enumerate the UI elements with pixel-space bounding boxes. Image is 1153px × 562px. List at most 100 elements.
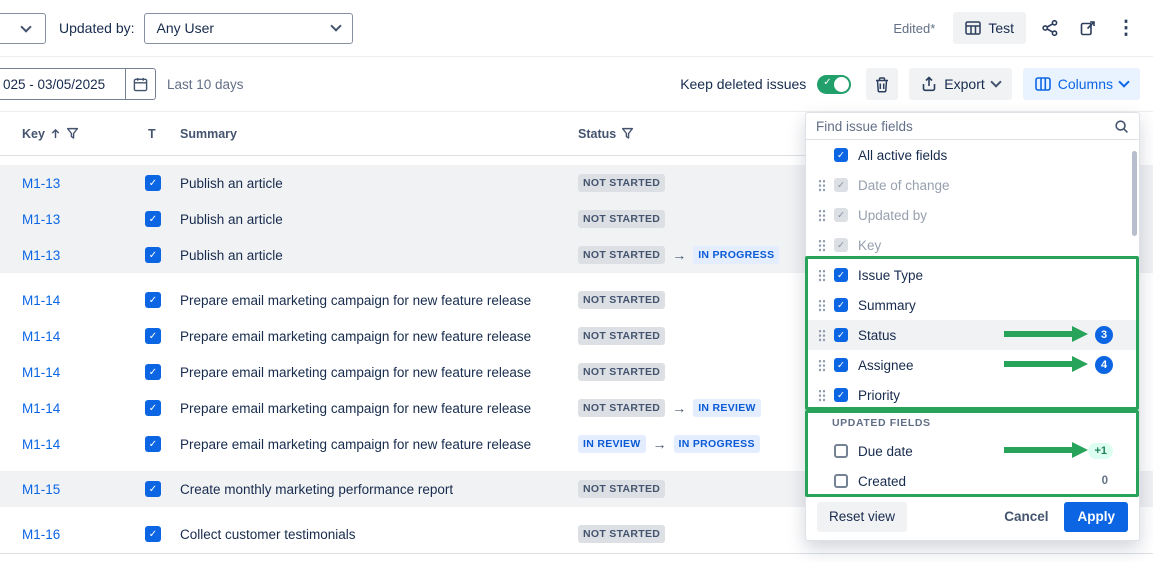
field-item[interactable]: ✓Status3 (806, 320, 1139, 350)
field-item[interactable]: ✓Priority (806, 380, 1139, 410)
issue-key-link[interactable]: M1-13 (22, 212, 60, 227)
field-item[interactable]: ✓ Assignee 4 (806, 350, 1139, 380)
task-type-icon: ✓ (145, 292, 161, 308)
date-range-input[interactable]: 025 - 03/05/2025 (0, 68, 156, 100)
chevron-down-icon (20, 21, 31, 32)
chevron-down-icon (1118, 76, 1129, 87)
columns-panel: ✓All active fields✓Date of change✓Update… (805, 112, 1140, 541)
delete-button[interactable] (866, 68, 898, 100)
share-button[interactable] (1036, 14, 1064, 42)
field-item[interactable]: ✓ Summary (806, 290, 1139, 320)
test-view-label: Test (988, 20, 1014, 36)
filter-icon[interactable] (621, 127, 634, 140)
field-checkbox: ✓ (834, 178, 848, 192)
updated-by-select[interactable]: Any User (144, 13, 353, 44)
issue-summary: Prepare email marketing campaign for new… (180, 437, 578, 452)
open-in-new-button[interactable] (1074, 14, 1102, 42)
field-checkbox[interactable]: ✓ (834, 388, 848, 402)
issue-key-link[interactable]: M1-14 (22, 365, 60, 380)
table-bottom-divider (0, 553, 1153, 554)
field-count-badge: 4 (1095, 356, 1113, 374)
issue-summary: Collect customer testimonials (180, 527, 578, 542)
field-checkbox[interactable]: ✓ (834, 298, 848, 312)
panel-scrollbar-thumb[interactable] (1132, 151, 1137, 236)
edited-label: Edited* (893, 21, 935, 36)
status-lozenge: IN PROGRESS (693, 246, 779, 264)
issue-key-link[interactable]: M1-15 (22, 482, 60, 497)
export-button[interactable]: Export (909, 68, 1011, 100)
drag-handle-icon[interactable] (818, 179, 826, 192)
drag-handle-icon[interactable] (818, 389, 826, 402)
field-checkbox[interactable] (834, 444, 848, 458)
keep-deleted-toggle[interactable]: ✓ (817, 75, 851, 94)
status-lozenge: NOT STARTED (578, 246, 665, 264)
task-type-icon: ✓ (145, 481, 161, 497)
calendar-button[interactable] (125, 69, 155, 99)
field-item[interactable]: Due date+1 (806, 436, 1139, 466)
date-range-value: 025 - 03/05/2025 (3, 77, 105, 92)
filter-icon[interactable] (66, 127, 79, 140)
toolbar-actions: Keep deleted issues ✓ Export (680, 68, 1153, 100)
field-item[interactable]: ✓All active fields (806, 140, 1139, 170)
field-label: Summary (858, 298, 916, 313)
task-type-icon: ✓ (145, 400, 161, 416)
sort-ascending-icon[interactable] (50, 128, 61, 140)
field-search-input[interactable] (816, 119, 1114, 134)
issue-key-link[interactable]: M1-14 (22, 329, 60, 344)
issue-key-link[interactable]: M1-14 (22, 293, 60, 308)
issue-key-link[interactable]: M1-14 (22, 401, 60, 416)
issue-key-link[interactable]: M1-16 (22, 527, 60, 542)
issue-key-link[interactable]: M1-14 (22, 437, 60, 452)
field-item[interactable]: Created0 (806, 466, 1139, 493)
field-item[interactable]: ✓ Issue Type (806, 260, 1139, 290)
field-checkbox[interactable]: ✓ (834, 328, 848, 342)
status-lozenge: NOT STARTED (578, 327, 665, 345)
status-lozenge: NOT STARTED (578, 525, 665, 543)
updated-by-value: Any User (157, 20, 215, 36)
column-header-status: Status (578, 127, 805, 141)
updated-by-label: Updated by: (59, 20, 135, 36)
issue-key-link[interactable]: M1-13 (22, 248, 60, 263)
test-view-button[interactable]: Test (953, 12, 1026, 44)
active-fields-list: ✓All active fields✓Date of change✓Update… (806, 140, 1139, 410)
field-label: Assignee (858, 358, 914, 373)
field-label: Key (858, 238, 881, 253)
field-checkbox[interactable] (834, 474, 848, 488)
chevron-down-icon (330, 20, 341, 31)
field-item[interactable]: ✓Updated by (806, 200, 1139, 230)
columns-label: Columns (1058, 76, 1113, 92)
column-header-type: T (145, 127, 180, 141)
field-checkbox[interactable]: ✓ (834, 358, 848, 372)
column-header-summary: Summary (180, 127, 578, 141)
export-label: Export (944, 76, 984, 92)
more-menu-button[interactable]: ⋮ (1112, 14, 1140, 42)
trash-icon (874, 76, 890, 93)
cancel-button[interactable]: Cancel (1004, 509, 1048, 524)
saved-view-select[interactable] (0, 13, 46, 44)
field-count-badge: +1 (1088, 443, 1113, 459)
field-label: Status (858, 328, 896, 343)
status-lozenge: NOT STARTED (578, 480, 665, 498)
issue-summary: Publish an article (180, 176, 578, 191)
field-checkbox[interactable]: ✓ (834, 268, 848, 282)
drag-handle-icon[interactable] (818, 329, 826, 342)
field-label: Issue Type (858, 268, 923, 283)
status-transition-arrow-icon: → (672, 400, 686, 416)
issue-summary: Prepare email marketing campaign for new… (180, 293, 578, 308)
drag-handle-icon[interactable] (818, 209, 826, 222)
reset-view-button[interactable]: Reset view (817, 502, 907, 532)
status-lozenge: NOT STARTED (578, 210, 665, 228)
field-item[interactable]: ✓Key (806, 230, 1139, 260)
drag-handle-icon[interactable] (818, 359, 826, 372)
columns-button[interactable]: Columns (1023, 68, 1140, 100)
drag-handle-icon[interactable] (818, 239, 826, 252)
drag-handle-icon[interactable] (818, 299, 826, 312)
field-item[interactable]: ✓Date of change (806, 170, 1139, 200)
apply-button[interactable]: Apply (1064, 502, 1128, 532)
kebab-menu-icon: ⋮ (1117, 19, 1136, 38)
drag-handle-icon[interactable] (818, 269, 826, 282)
task-type-icon: ✓ (145, 247, 161, 263)
issue-summary: Create monthly marketing performance rep… (180, 482, 578, 497)
issue-key-link[interactable]: M1-13 (22, 176, 60, 191)
field-checkbox[interactable]: ✓ (834, 148, 848, 162)
